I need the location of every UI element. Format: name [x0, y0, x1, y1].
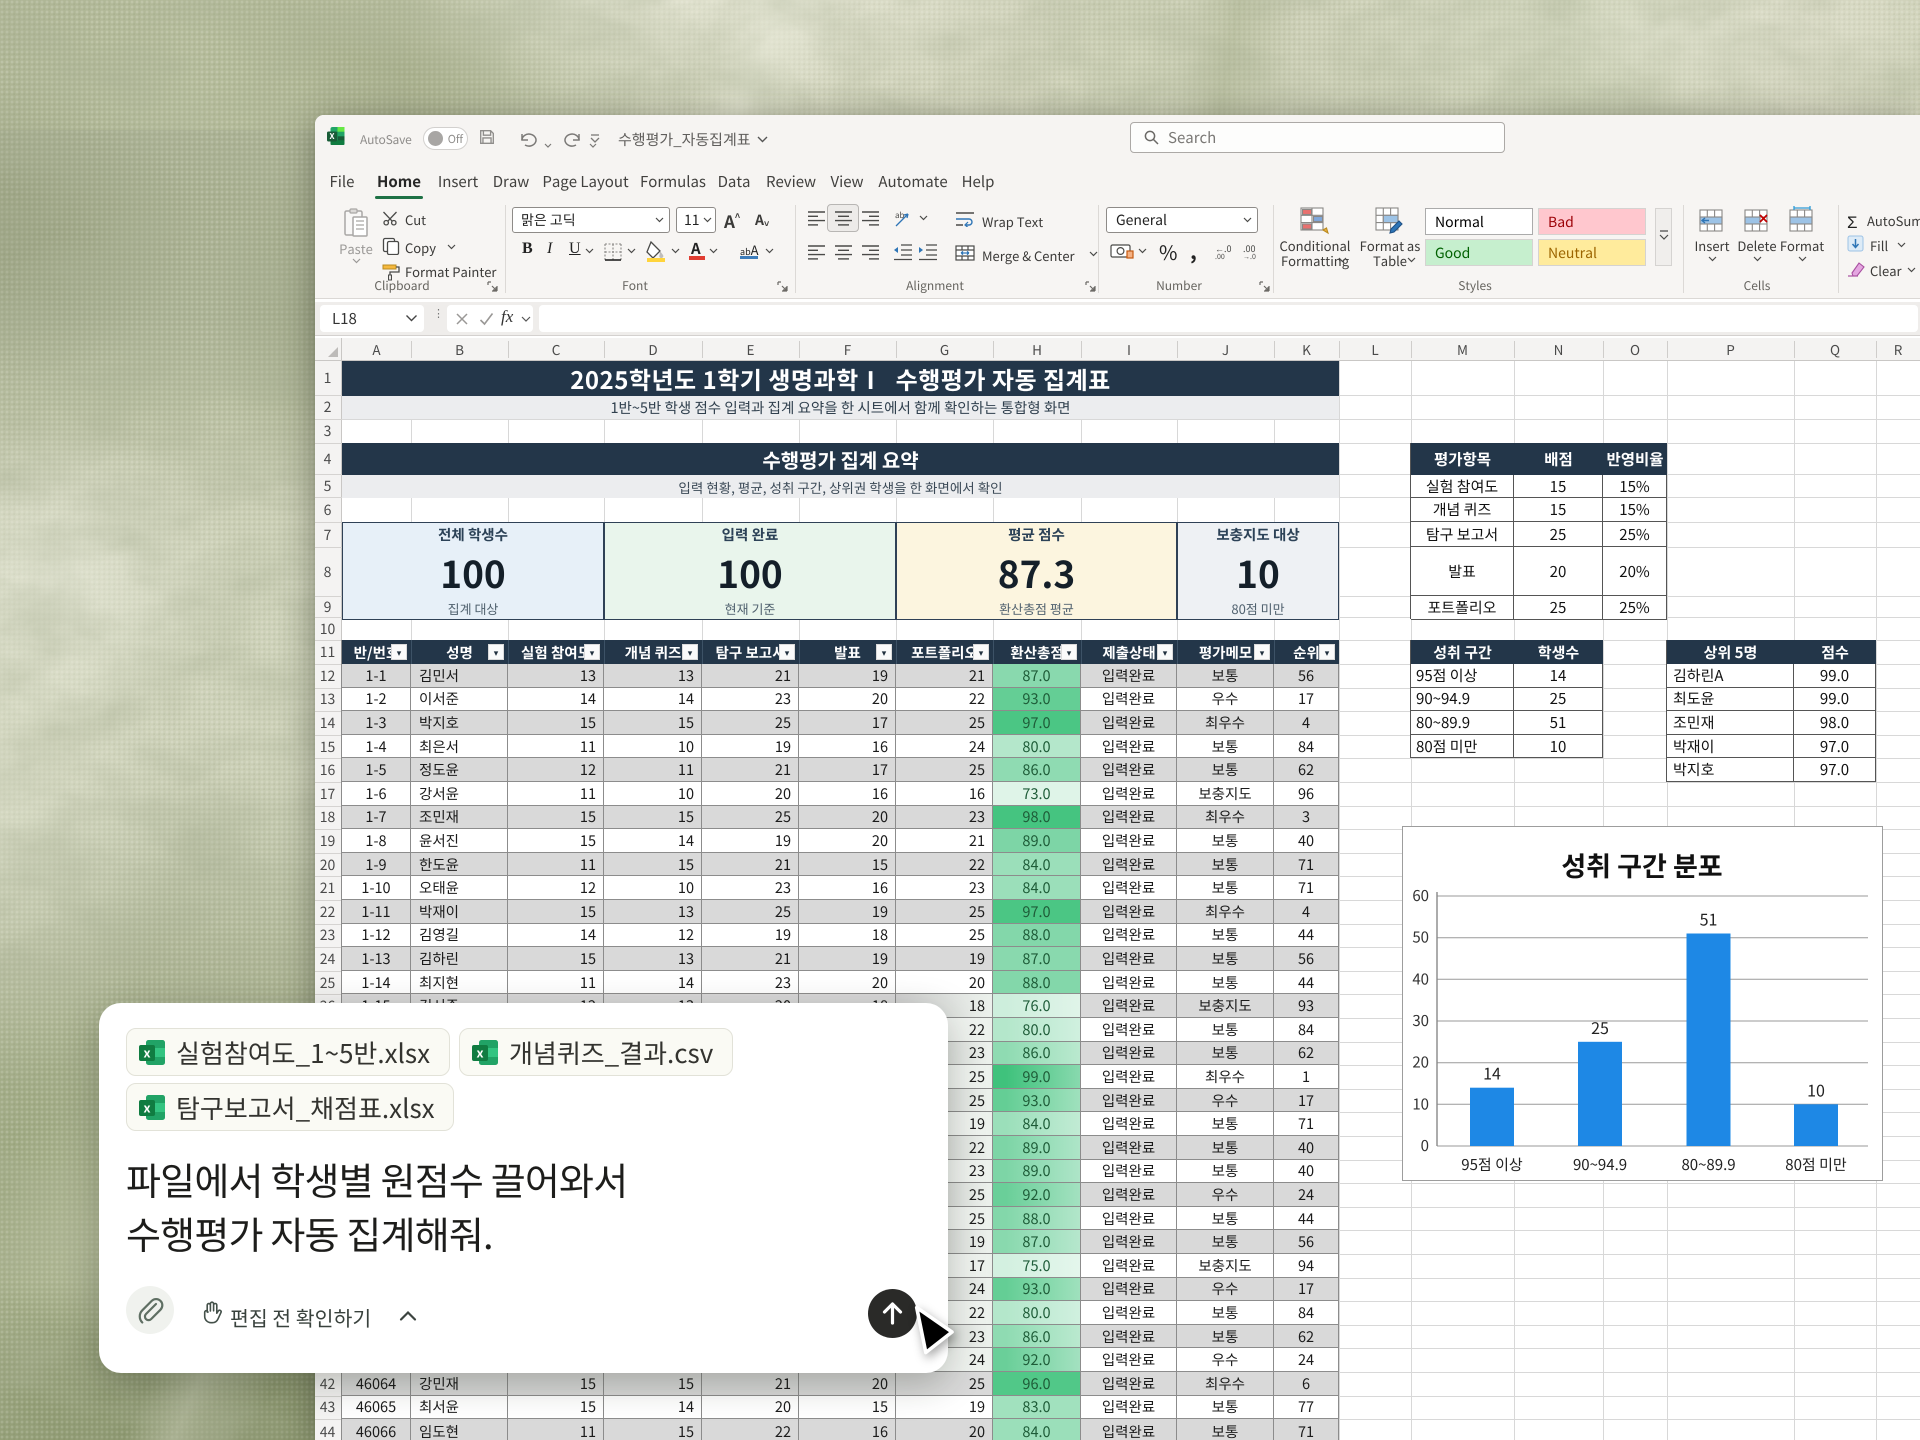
svg-text:90~94.9: 90~94.9: [1573, 1154, 1627, 1175]
svg-text:x: x: [476, 1042, 483, 1061]
svg-text:ab: ab: [895, 210, 905, 221]
svg-text:50: 50: [1412, 927, 1429, 948]
svg-text:10: 10: [1807, 1077, 1825, 1101]
svg-text:20: 20: [1412, 1052, 1429, 1073]
svg-text:51: 51: [1700, 907, 1718, 931]
svg-text:30: 30: [1412, 1010, 1429, 1031]
svg-text:성취 구간 분포: 성취 구간 분포: [1561, 845, 1722, 884]
svg-text:80~89.9: 80~89.9: [1681, 1154, 1735, 1175]
svg-text:95점 이상: 95점 이상: [1461, 1154, 1523, 1175]
svg-text:→.0: →.0: [1243, 252, 1256, 260]
svg-text:25: 25: [1591, 1015, 1609, 1039]
svg-text:10: 10: [1412, 1093, 1429, 1114]
svg-text:14: 14: [1483, 1061, 1501, 1085]
svg-text:60: 60: [1412, 885, 1429, 906]
svg-text:X: X: [329, 131, 334, 142]
svg-text:.00: .00: [1215, 252, 1225, 260]
svg-text:x: x: [143, 1097, 150, 1116]
svg-text:0: 0: [1421, 1135, 1429, 1156]
svg-text:80점 미만: 80점 미만: [1785, 1154, 1847, 1175]
svg-text:40: 40: [1412, 968, 1429, 989]
svg-text:x: x: [143, 1042, 150, 1061]
